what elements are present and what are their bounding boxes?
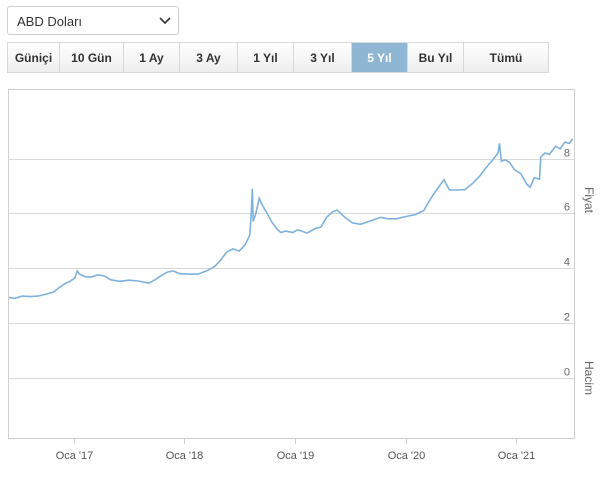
range-button-5-years[interactable]: 5 Yıl [352,43,408,72]
price-chart-svg: Oca '17 Oca '18 Oca '19 Oca '20 Oca '21 0 2 4 6… [8,89,596,462]
range-button-this-year[interactable]: Bu Yıl [408,43,464,72]
y-tick-label: 2 [564,312,570,324]
range-button-3-years[interactable]: 3 Yıl [294,43,352,72]
range-button-label: 3 Ay [196,50,221,65]
range-button-1-year[interactable]: 1 Yıl [238,43,294,72]
range-button-label: Tümü [489,50,523,65]
volume-axis-label: Hacim [582,361,596,395]
x-tick-label: Oca '19 [277,450,315,462]
plot-area [8,89,575,439]
x-tick-label: Oca '20 [388,450,426,462]
range-button-all[interactable]: Tümü [464,43,548,72]
range-button-label: 10 Gün [71,50,112,65]
y-tick-label: 0 [564,367,570,379]
chevron-down-icon [159,17,171,25]
range-button-label: 5 Yıl [367,50,392,65]
range-button-10-days[interactable]: 10 Gün [60,43,124,72]
range-button-label: 3 Yıl [310,50,335,65]
range-button-3-months[interactable]: 3 Ay [180,43,238,72]
x-tick-label: Oca '18 [166,450,204,462]
x-tick-label: Oca '21 [498,450,536,462]
y-tick-label: 6 [564,202,570,214]
y-tick-label: 8 [564,148,570,160]
y-tick-label: 4 [564,257,570,269]
x-tick-label: Oca '17 [56,450,94,462]
range-button-label: Bu Yıl [418,50,453,65]
currency-select-value: ABD Doları [17,14,83,29]
range-button-label: Güniçi [14,50,53,65]
range-button-label: 1 Yıl [253,50,278,65]
range-button-intraday[interactable]: Güniçi [8,43,60,72]
range-button-label: 1 Ay [139,50,164,65]
price-axis-label: Fiyat [582,187,596,214]
price-chart[interactable]: Oca '17 Oca '18 Oca '19 Oca '20 Oca '21 0 2 4 6… [0,84,615,492]
range-button-1-month[interactable]: 1 Ay [124,43,180,72]
range-selector: Güniçi 10 Gün 1 Ay 3 Ay 1 Yıl 3 Yıl 5 Yı… [7,42,549,73]
currency-select[interactable]: ABD Doları [7,6,179,35]
